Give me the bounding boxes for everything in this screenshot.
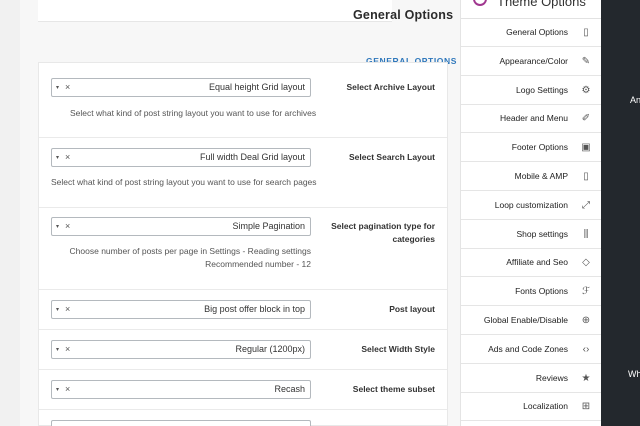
chevron-down-icon: ▾ [56, 224, 60, 230]
option-label-line: Select pagination type for [331, 221, 435, 231]
sidebar-item-label: Localization [523, 401, 568, 412]
width-style-select[interactable]: ▾ × Regular (1200px) [51, 340, 311, 359]
clear-icon[interactable]: × [65, 384, 70, 394]
sidebar-item-label: Mobile & AMP [514, 171, 568, 181]
sidebar-item-header-and-menu[interactable]: Header and Menu ✐ [461, 105, 602, 134]
clear-icon[interactable]: × [65, 82, 70, 92]
chevron-down-icon: ▾ [56, 347, 60, 353]
resize-icon: ⤢ [582, 199, 590, 211]
options-panel: ▾ × Equal height Grid layout Select Arch… [38, 62, 448, 426]
clear-icon[interactable]: × [65, 152, 70, 162]
sidebar-item-mobile-amp[interactable]: Mobile & AMP ▯ [461, 163, 602, 191]
sidebar-item-label: Affiliate and Seo [506, 257, 568, 268]
option-row-width-style: ▾ × Regular (1200px) Select Width Style [39, 330, 447, 370]
sidebar-item-label: Global Enable/Disable [483, 315, 568, 325]
font-icon: ℱ [582, 286, 590, 298]
sidebar-item-label: General Options [506, 27, 568, 37]
sliders-icon: ⫼ [583, 228, 589, 240]
options-main-area: General Options GENERAL OPTIONS ▾ × Equa… [20, 0, 460, 426]
option-row-pagination: ▾ × Simple Pagination Select pagination … [39, 208, 447, 290]
sidebar-title: Theme Options [497, 0, 586, 9]
code-icon: ‹› [582, 343, 590, 355]
gear-icon: ⚙ [581, 84, 591, 96]
sidebar-item-general-options[interactable]: General Options ▯ [461, 19, 602, 47]
smartphone-icon: ▯ [583, 171, 589, 182]
clear-icon[interactable]: × [65, 344, 70, 354]
star-icon: ★ [581, 372, 591, 384]
sidebar-item-logo-settings[interactable]: Logo Settings ⚙ [461, 77, 602, 105]
clear-icon[interactable]: × [65, 304, 70, 314]
sidebar-item-label: Footer Options [511, 142, 568, 153]
option-description: Select what kind of post string layout y… [51, 177, 317, 187]
theme-logo-icon [473, 0, 487, 6]
sidebar-item-localization[interactable]: Localization ⊞ [461, 393, 602, 422]
sidebar-item-label: Ads and Code Zones [488, 343, 568, 354]
option-row-theme-subset: ▾ × Recash Select theme subset [39, 370, 447, 410]
chevron-down-icon: ▾ [56, 307, 60, 313]
chevron-down-icon: ▾ [56, 155, 60, 161]
option-row-post-layout: ▾ × Big post offer block in top Post lay… [39, 290, 447, 330]
option-label: Select pagination type for categories [315, 220, 435, 246]
select-value: Big post offer block in top [204, 304, 305, 314]
options-top-bar [38, 0, 392, 22]
edge-text: An [630, 95, 640, 105]
sidebar-item-reviews[interactable]: Reviews ★ [461, 365, 602, 393]
sidebar-header: Theme Options [461, 0, 602, 19]
option-label: Select Width Style [361, 344, 435, 354]
sidebar-item-appearance-color[interactable]: Appearance/Color ✎ [461, 48, 602, 76]
option-label: Select Search Layout [349, 152, 435, 162]
sidebar-item-label: Logo Settings [516, 84, 568, 95]
tag-icon: ◇ [582, 257, 590, 269]
option-description: Choose number of posts per page in Setti… [51, 245, 311, 271]
option-label: Post layout [389, 304, 435, 314]
sidebar-item-label: Shop settings [516, 228, 568, 239]
option-label: Select Archive Layout [346, 82, 436, 92]
edge-text: Wh [628, 369, 640, 379]
clear-icon[interactable]: × [65, 221, 70, 231]
select-value: Equal height Grid layout [208, 82, 305, 92]
option-row-search-layout: ▾ × Full width Deal Grid layout Select S… [39, 138, 447, 208]
pagination-type-select[interactable]: ▾ × Simple Pagination [51, 217, 311, 236]
sidebar-item-label: Appearance/Color [499, 55, 568, 66]
option-description: Select what kind of post string layout y… [70, 108, 317, 118]
select-value: Simple Pagination [232, 221, 305, 231]
page-title: General Options [353, 8, 454, 22]
pencil-icon: ✐ [581, 113, 591, 125]
tablet-icon: ▯ [583, 27, 589, 38]
sidebar-item-loop-customization[interactable]: Loop customization ⤢ [461, 192, 602, 220]
option-label-line: categories [392, 234, 435, 244]
theme-subset-select[interactable]: ▾ × Recash [51, 380, 311, 399]
option-row-archive-layout: ▾ × Equal height Grid layout Select Arch… [39, 63, 447, 138]
chevron-down-icon: ▾ [56, 387, 60, 393]
sidebar-item-footer-options[interactable]: Footer Options ▣ [461, 134, 602, 163]
option-label: Select theme subset [352, 384, 435, 394]
adjacent-dark-panel: An Wh [601, 0, 640, 426]
chevron-down-icon: ▾ [56, 85, 60, 91]
select-value: Regular (1200px) [235, 344, 305, 354]
sidebar-item-label: Loop customization [494, 199, 568, 210]
sidebar-item-label: Fonts Options [515, 286, 568, 297]
sidebar-item-label: Header and Menu [499, 113, 568, 124]
globe-icon: ⊕ [581, 315, 591, 326]
sidebar-item-affiliate-and-seo[interactable]: Affiliate and Seo ◇ [461, 249, 602, 278]
sidebar-item-ads-and-code-zones[interactable]: Ads and Code Zones ‹› [461, 336, 602, 364]
sidebar-item-shop-settings[interactable]: Shop settings ⫼ [461, 221, 602, 249]
description-line: Recommended number - 12 [205, 259, 311, 269]
sidebar-item-global-enable-disable[interactable]: Global Enable/Disable ⊕ [461, 307, 602, 335]
sidebar-item-fonts-options[interactable]: Fonts Options ℱ [461, 278, 602, 307]
edit-icon: ✎ [581, 55, 591, 67]
theme-options-sidebar: Theme Options General Options ▯ Appearance… [460, 0, 602, 426]
translation-icon: ⊞ [581, 401, 591, 413]
select-value: Full width Deal Grid layout [199, 152, 305, 162]
footer-icon: ▣ [581, 142, 591, 154]
archive-layout-select[interactable]: ▾ × Equal height Grid layout [51, 78, 311, 97]
select-value: Recash [274, 384, 305, 394]
next-option-select[interactable] [51, 420, 311, 426]
description-line: Choose number of posts per page in Setti… [69, 246, 311, 256]
sidebar-item-label: Reviews [535, 372, 568, 383]
post-layout-select[interactable]: ▾ × Big post offer block in top [51, 300, 311, 319]
search-layout-select[interactable]: ▾ × Full width Deal Grid layout [51, 148, 311, 167]
